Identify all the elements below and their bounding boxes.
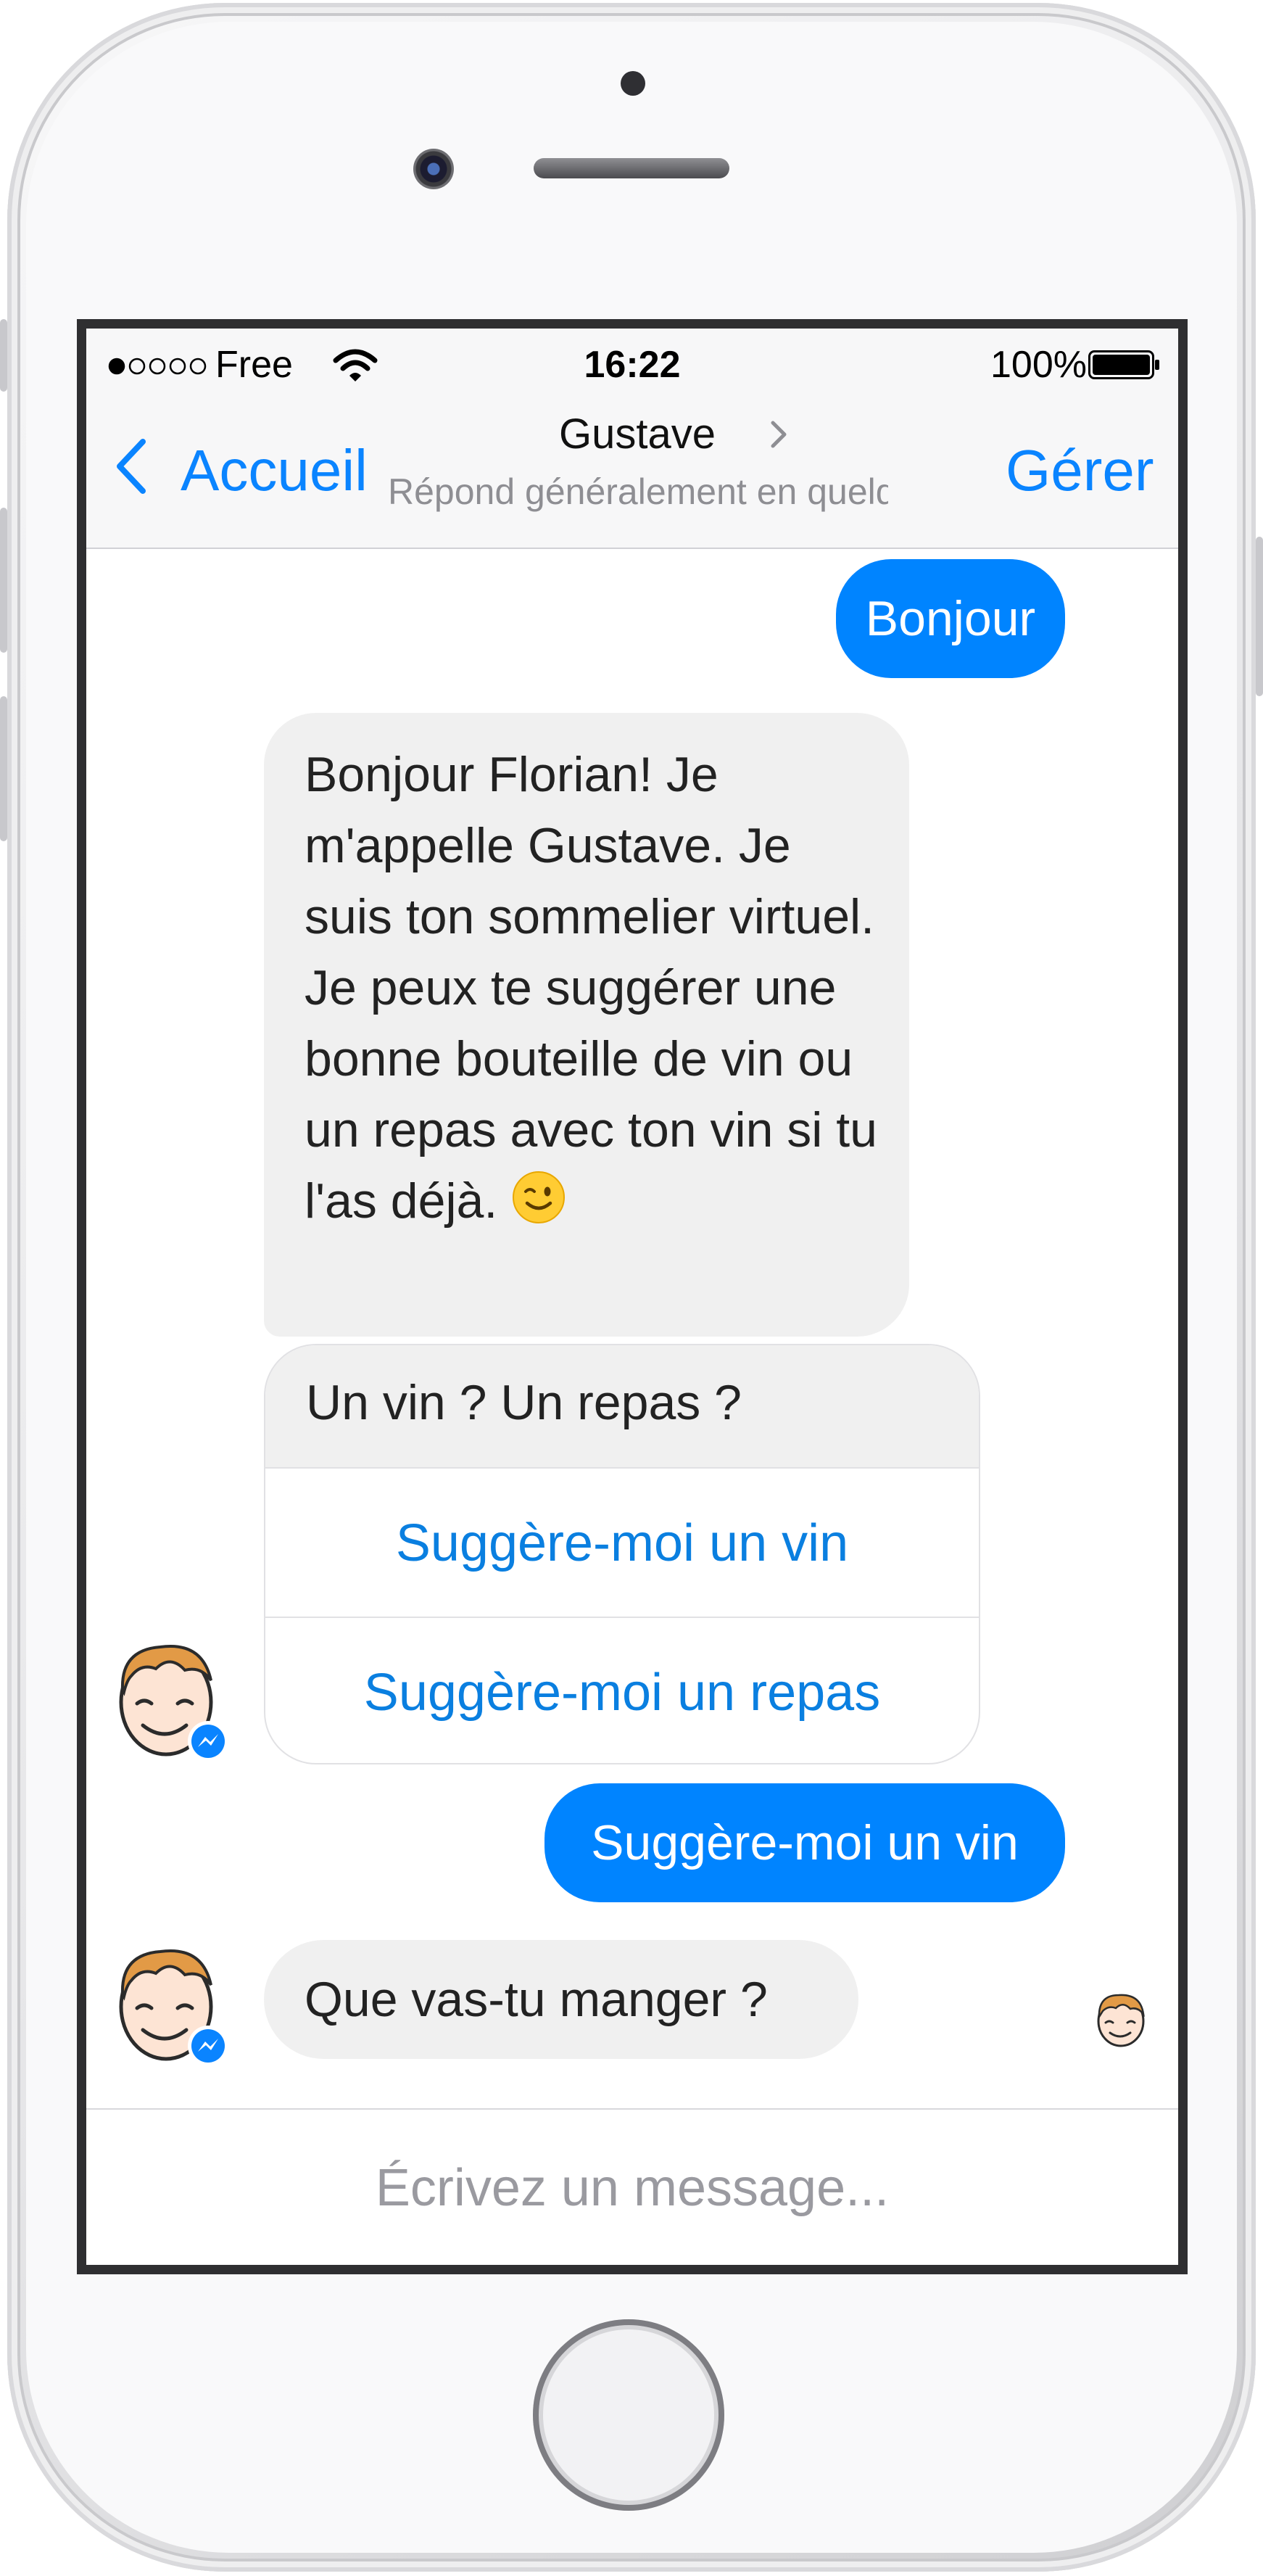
- back-label: Accueil: [181, 438, 368, 503]
- contact-subtitle: Répond généralement en quelq...: [388, 471, 888, 512]
- contact-name: Gustave: [559, 410, 716, 458]
- incoming-message: Bonjour Florian! Je m'appelle Gustave. J…: [264, 713, 909, 1337]
- incoming-message: Que vas-tu manger ?: [264, 1940, 858, 2059]
- volume-down-button: [0, 696, 7, 841]
- messenger-badge-icon: [188, 2026, 228, 2066]
- bot-avatar: [119, 1949, 228, 2066]
- front-camera: [413, 149, 454, 189]
- suggest-meal-button[interactable]: Suggère-moi un repas: [265, 1618, 979, 1763]
- navigation-bar: Free 16:22 100% Accueil Gustave Répond g…: [86, 329, 1178, 549]
- read-receipt-avatar: [1097, 1994, 1145, 2047]
- wink-emoji-icon: [513, 1171, 566, 1223]
- bot-avatar: [119, 1645, 228, 1762]
- suggest-wine-button[interactable]: Suggère-moi un vin: [265, 1469, 979, 1618]
- messenger-badge-icon: [188, 1721, 228, 1762]
- contact-header-button[interactable]: Gustave Répond généralement en quelq...: [376, 401, 898, 532]
- battery-icon: [1088, 350, 1159, 379]
- home-button[interactable]: [533, 2319, 724, 2511]
- outgoing-message: Suggère-moi un vin: [544, 1783, 1065, 1902]
- power-button: [1256, 537, 1263, 696]
- proximity-sensor: [621, 71, 645, 96]
- message-composer: [86, 2108, 1178, 2265]
- mute-switch: [0, 319, 7, 392]
- message-input[interactable]: [86, 2110, 1178, 2265]
- battery-percentage: 100%: [990, 344, 1087, 386]
- quick-reply-card: Un vin ? Un repas ? Suggère-moi un vin S…: [264, 1344, 980, 1764]
- message-text: Bonjour Florian! Je m'appelle Gustave. J…: [305, 747, 878, 1229]
- earpiece-speaker: [534, 158, 729, 178]
- messenger-screen: Free 16:22 100% Accueil Gustave Répond g…: [86, 329, 1178, 2265]
- card-title: Un vin ? Un repas ?: [265, 1345, 979, 1469]
- volume-up-button: [0, 508, 7, 653]
- chevron-right-icon: [771, 421, 787, 448]
- back-chevron-icon: [117, 439, 146, 494]
- outgoing-message: Bonjour: [836, 559, 1065, 678]
- manage-button[interactable]: Gérer: [1006, 437, 1154, 504]
